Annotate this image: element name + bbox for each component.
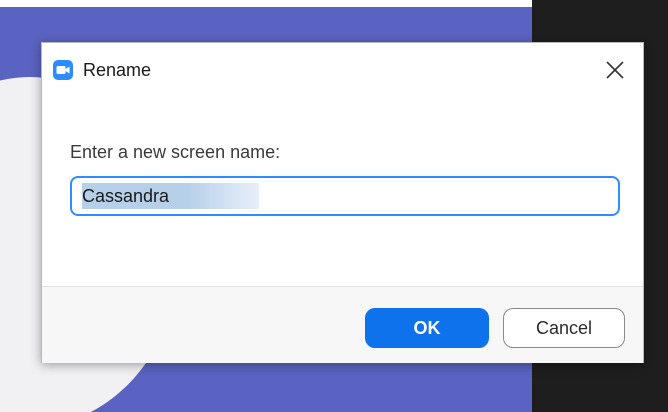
close-icon	[606, 61, 624, 79]
cancel-button[interactable]: Cancel	[503, 308, 625, 348]
close-button[interactable]	[603, 58, 627, 82]
dialog-title: Rename	[83, 60, 152, 80]
screen: Rename Enter a new screen name: Cassandr…	[0, 0, 668, 412]
screen-name-value: Cassandra	[82, 183, 260, 209]
dialog-footer: OK Cancel	[42, 286, 643, 363]
dialog-titlebar: Rename	[42, 43, 643, 97]
screen-name-input[interactable]: Cassandra	[70, 176, 620, 216]
zoom-camera-icon	[53, 60, 73, 80]
rename-dialog: Rename Enter a new screen name: Cassandr…	[41, 42, 644, 363]
rename-prompt: Enter a new screen name:	[70, 142, 281, 162]
ok-button[interactable]: OK	[365, 308, 489, 348]
